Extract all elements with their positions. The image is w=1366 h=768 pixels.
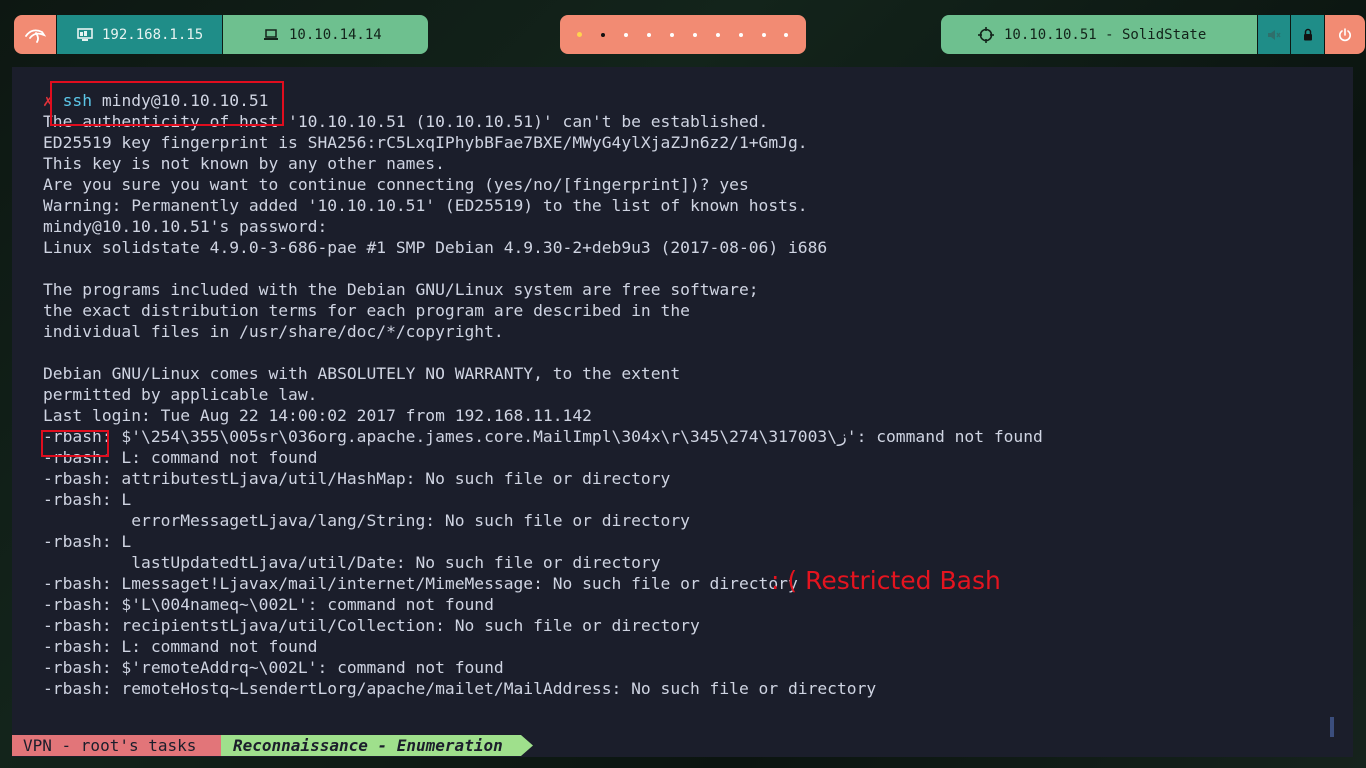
power-icon: [1339, 27, 1351, 41]
terminal-line: Are you sure you want to continue connec…: [43, 175, 749, 194]
terminal-line: -rbash: $'\254\355\005sr\036org.apache.j…: [43, 427, 1043, 446]
terminal-line: Debian GNU/Linux comes with ABSOLUTELY N…: [43, 364, 681, 383]
terminal-line: the exact distribution terms for each pr…: [43, 301, 690, 320]
crosshair-icon: [978, 26, 994, 43]
laptop-icon: [264, 28, 278, 40]
workspace-4[interactable]: [647, 32, 652, 37]
terminal-line: The programs included with the Debian GN…: [43, 280, 759, 299]
lock-button[interactable]: [1291, 15, 1324, 54]
workspace-switcher: [560, 15, 806, 54]
local-ip-label: 192.168.1.15: [102, 26, 204, 43]
workspace-7[interactable]: [715, 32, 720, 37]
terminal-line: -rbash: L: [43, 490, 132, 509]
volume-button[interactable]: [1258, 15, 1290, 54]
workspace-9[interactable]: [761, 32, 766, 37]
terminal-line: Linux solidstate 4.9.0-3-686-pae #1 SMP …: [43, 238, 828, 257]
vpn-ip-label: 10.10.14.14: [289, 26, 382, 43]
terminal-line: mindy@10.10.10.51's password:: [43, 217, 328, 236]
terminal-line: This key is not known by any other names…: [43, 154, 445, 173]
terminal-window[interactable]: ✗ ssh mindy@10.10.10.51 The authenticity…: [12, 67, 1353, 757]
terminal-output: ✗ ssh mindy@10.10.10.51 The authenticity…: [43, 90, 1043, 699]
restricted-bash-annotation: : ( Restricted Bash: [771, 566, 1001, 595]
terminal-line: errorMessagetLjava/lang/String: No such …: [43, 511, 690, 530]
kali-dragon-icon: [25, 28, 46, 43]
terminal-line: -rbash: attributestLjava/util/HashMap: N…: [43, 469, 671, 488]
volume-muted-icon: [1268, 29, 1281, 40]
terminal-line: ED25519 key fingerprint is SHA256:rC5Lxq…: [43, 133, 808, 152]
workspace-1[interactable]: [577, 32, 583, 37]
terminal-line: -rbash: L: [43, 532, 132, 551]
terminal-line: -rbash: $'L\004nameq~\002L': command not…: [43, 595, 494, 614]
terminal-line: -rbash: remoteHostq~LsendertLorg/apache/…: [43, 679, 877, 698]
output-lines: The authenticity of host '10.10.10.51 (1…: [43, 111, 1043, 699]
monitor-icon: [77, 27, 93, 41]
workspace-8[interactable]: [738, 32, 743, 37]
rbash-highlight-box: [41, 430, 109, 457]
kali-menu-button[interactable]: [14, 15, 56, 54]
terminal-line: Warning: Permanently added '10.10.10.51'…: [43, 196, 808, 215]
vpn-ip-indicator: 10.10.14.14: [223, 15, 428, 54]
terminal-line: individual files in /usr/share/doc/*/cop…: [43, 322, 504, 341]
target-label: 10.10.10.51 - SolidState: [1004, 26, 1207, 43]
workspace-10[interactable]: [784, 32, 789, 37]
tmux-session-label[interactable]: VPN - root's tasks: [12, 735, 221, 756]
terminal-line: permitted by applicable law.: [43, 385, 318, 404]
workspace-2[interactable]: [601, 32, 606, 37]
target-indicator: 10.10.10.51 - SolidState: [941, 15, 1257, 54]
terminal-line: -rbash: L: command not found: [43, 448, 318, 467]
terminal-line: Last login: Tue Aug 22 14:00:02 2017 fro…: [43, 406, 592, 425]
command-highlight-box: [50, 81, 284, 126]
terminal-line: -rbash: recipientstLjava/util/Collection…: [43, 616, 700, 635]
terminal-line: -rbash: L: command not found: [43, 637, 318, 656]
lock-icon: [1303, 28, 1312, 41]
workspace-3[interactable]: [624, 32, 629, 37]
workspace-5[interactable]: [670, 32, 674, 37]
local-ip-indicator: 192.168.1.15: [57, 15, 222, 54]
terminal-scrollbar[interactable]: [1330, 717, 1334, 737]
terminal-line: -rbash: $'remoteAddrq~\002L': command no…: [43, 658, 504, 677]
workspace-6[interactable]: [692, 32, 697, 37]
power-button[interactable]: [1325, 15, 1365, 54]
tmux-window-label[interactable]: Reconnaissance - Enumeration: [221, 735, 533, 756]
